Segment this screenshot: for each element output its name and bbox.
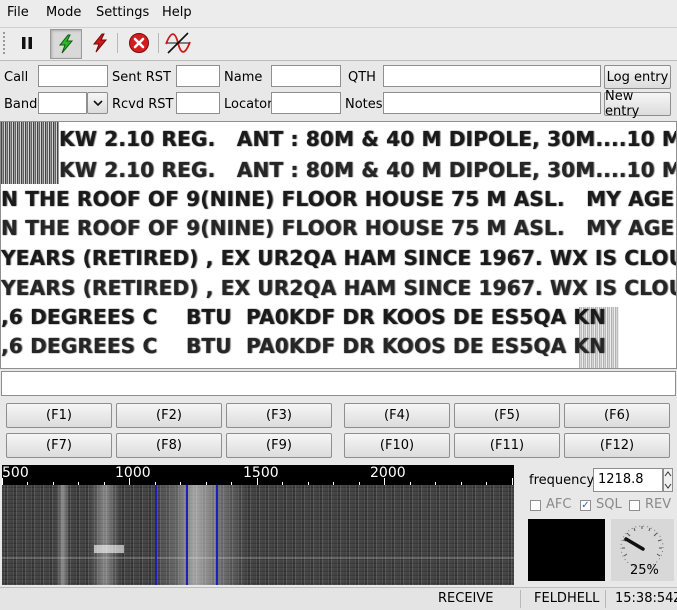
dial-gauge-icon [620, 525, 664, 569]
status-mode-state: RECEIVE [438, 591, 494, 606]
transmit-button[interactable] [50, 29, 82, 59]
stop-button[interactable] [124, 29, 154, 57]
receive-line: ,6 DEGREES C BTU PA0KDF DR KOOS DE ES5QA… [1, 334, 677, 358]
menu-mode[interactable]: Mode [46, 5, 81, 20]
f9-button[interactable]: (F9) [226, 433, 332, 458]
toolbar-grip[interactable] [3, 32, 9, 54]
scale-label: 1000 [115, 465, 151, 481]
spinner-arrows-icon [664, 471, 672, 489]
signal-scope [528, 519, 605, 581]
scale-label: 500 [2, 465, 29, 481]
stop-icon [129, 33, 149, 53]
f7-button[interactable]: (F7) [6, 433, 112, 458]
tune-icon [165, 32, 191, 54]
f6-button[interactable]: (F6) [564, 403, 670, 428]
receive-line: KW 2.10 REG. ANT : 80M & 40 M DIPOLE, 30… [59, 127, 676, 151]
call-label: Call [4, 70, 29, 85]
locator-label: Locator [224, 97, 273, 112]
sent-rst-label: Sent RST [112, 70, 171, 85]
rev-label: REV [645, 497, 672, 512]
scale-label: 1500 [243, 465, 279, 481]
afc-label: AFC [546, 497, 572, 512]
f5-button[interactable]: (F5) [454, 403, 560, 428]
band-dropdown-button[interactable] [87, 92, 108, 114]
signal-bandwidth-left-marker [155, 485, 157, 585]
status-time: 15:38:54Z [615, 591, 677, 606]
receive-line: N THE ROOF OF 9(NINE) FLOOR HOUSE 75 M A… [1, 216, 675, 240]
f3-button[interactable]: (F3) [226, 403, 332, 428]
signal-center-marker [186, 485, 188, 585]
f12-button[interactable]: (F12) [564, 433, 670, 458]
notes-label: Notes [345, 97, 383, 112]
f11-button[interactable]: (F11) [454, 433, 560, 458]
squelch-dial[interactable]: 25% [611, 519, 674, 581]
sent-rst-field[interactable] [176, 65, 220, 87]
squelch-level-label: 25% [630, 563, 659, 578]
f2-button[interactable]: (F2) [116, 403, 222, 428]
menu-bar: File Mode Settings Help [0, 0, 677, 28]
pause-button[interactable] [12, 29, 42, 57]
f10-button[interactable]: (F10) [344, 433, 450, 458]
menu-settings[interactable]: Settings [96, 5, 149, 20]
control-panel: frequency 1218.8 AFC ✓ SQL REV 25% [518, 465, 677, 585]
receive-line: KW 2.10 REG. ANT : 80M & 40 M DIPOLE, 30… [59, 158, 676, 182]
chevron-down-icon [92, 100, 103, 107]
status-modem: FELDHELL [534, 591, 600, 606]
f8-button[interactable]: (F8) [116, 433, 222, 458]
receive-line: YEARS (RETIRED) , EX UR2QA HAM SINCE 196… [1, 276, 676, 300]
status-bar: RECEIVE FELDHELL 15:38:54Z [0, 587, 677, 610]
rx-blank [619, 308, 676, 368]
frequency-spinner[interactable] [663, 468, 673, 492]
band-field[interactable] [38, 92, 87, 114]
receive-line: YEARS (RETIRED) , EX UR2QA HAM SINCE 196… [1, 246, 676, 270]
menu-help[interactable]: Help [162, 5, 192, 20]
signal-bandwidth-right-marker [216, 485, 218, 585]
rcvd-rst-field[interactable] [176, 92, 220, 114]
afc-checkbox[interactable] [530, 500, 541, 511]
locator-field[interactable] [271, 92, 341, 114]
log-entry-button[interactable]: Log entry [604, 65, 671, 89]
lightning-red-icon [92, 33, 108, 53]
frequency-scale[interactable]: 500 1000 1500 2000 [2, 465, 514, 485]
receive-line: N THE ROOF OF 9(NINE) FLOOR HOUSE 75 M A… [1, 187, 675, 211]
name-field[interactable] [271, 65, 341, 87]
frequency-label: frequency [529, 473, 595, 488]
toolbar [0, 28, 677, 61]
sql-label: SQL [596, 497, 622, 512]
rcvd-rst-label: Rcvd RST [112, 97, 174, 112]
f4-button[interactable]: (F4) [344, 403, 450, 428]
f1-button[interactable]: (F1) [6, 403, 112, 428]
new-entry-button[interactable]: New entry [604, 89, 671, 119]
qth-field[interactable] [383, 65, 601, 87]
frequency-input[interactable]: 1218.8 [593, 468, 663, 492]
menu-file[interactable]: File [7, 5, 29, 20]
lightning-green-icon [58, 34, 74, 54]
band-label: Band [4, 97, 38, 112]
name-label: Name [224, 70, 263, 85]
tune-tx-button[interactable] [85, 29, 115, 57]
receive-text-area[interactable]: KW 2.10 REG. ANT : 80M & 40 M DIPOLE, 30… [0, 121, 677, 369]
qth-label: QTH [348, 70, 376, 85]
notes-field[interactable] [383, 92, 601, 114]
tune-button[interactable] [163, 29, 193, 57]
waterfall-display[interactable] [2, 485, 514, 585]
pause-icon [22, 37, 32, 49]
call-field[interactable] [38, 65, 108, 87]
scale-label: 2000 [370, 465, 406, 481]
receive-line: ,6 DEGREES C BTU PA0KDF DR KOOS DE ES5QA… [1, 305, 677, 329]
sql-checkbox[interactable]: ✓ [580, 500, 591, 511]
transmit-text-area[interactable] [1, 371, 676, 396]
rev-checkbox[interactable] [629, 500, 640, 511]
